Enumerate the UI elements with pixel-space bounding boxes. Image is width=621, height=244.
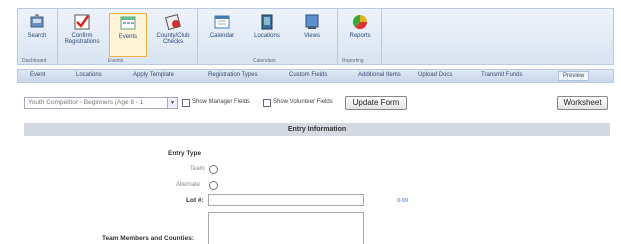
confirm-registrations-button[interactable]: Confirm Registrations	[62, 13, 102, 57]
reports-icon	[352, 14, 368, 30]
event-tabs: Event Locations Apply Template Registrat…	[17, 69, 614, 83]
tab-upload-docs[interactable]: Upload Docs	[418, 72, 452, 78]
reports-button[interactable]: Reports	[342, 13, 378, 57]
reports-label: Reports	[349, 33, 371, 39]
tab-additional-items[interactable]: Additional Items	[358, 72, 401, 78]
ribbon-toolbar: Search Dashboard Confirm Registrations E…	[17, 8, 614, 65]
show-volunteer-checkbox[interactable]	[263, 99, 271, 107]
team-members-label: Team Members and Counties:	[102, 235, 194, 242]
alternate-option-label: Alternate	[176, 182, 201, 188]
entry-type-label: Entry Type	[168, 150, 202, 157]
group-label-events: Events	[108, 58, 124, 64]
county-club-checks-label: County/Club Checks	[156, 33, 190, 45]
views-label: Views	[304, 33, 320, 39]
tab-preview[interactable]: Preview	[558, 71, 590, 81]
alternate-radio[interactable]	[209, 181, 218, 190]
team-radio[interactable]	[209, 165, 218, 174]
locations-button[interactable]: Locations	[248, 13, 286, 57]
ribbon-group-calendars: Calendar Locations Views Calendars	[198, 9, 338, 65]
worksheet-button[interactable]: Worksheet	[557, 96, 608, 110]
events-button[interactable]: Events	[109, 13, 147, 57]
tab-event[interactable]: Event	[30, 72, 45, 78]
search-icon	[30, 14, 44, 28]
events-icon	[120, 16, 136, 30]
group-label-calendars: Calendars	[253, 58, 276, 64]
county-club-checks-button[interactable]: County/Club Checks	[152, 13, 194, 57]
search-button[interactable]: Search	[20, 13, 54, 57]
team-option-label: Team	[190, 166, 205, 172]
tab-transmit-funds[interactable]: Transmit Funds	[481, 72, 522, 78]
calendar-label: Calendar	[209, 33, 235, 39]
show-manager-label: Show Manager Fields	[192, 99, 251, 105]
tab-custom-fields[interactable]: Custom Fields	[289, 72, 327, 78]
tab-apply-template[interactable]: Apply Template	[133, 72, 174, 78]
search-label: Search	[27, 33, 47, 39]
checks-icon	[165, 14, 181, 30]
checkbox-icon	[74, 14, 90, 30]
locations-icon	[261, 14, 273, 30]
ribbon-group-reporting: Reports Reporting	[338, 9, 382, 65]
calendar-icon	[214, 15, 230, 29]
section-title: Entry Information	[24, 123, 610, 136]
events-label: Events	[118, 34, 138, 40]
lot-label: Lot #:	[186, 197, 204, 204]
team-members-textarea[interactable]	[208, 212, 364, 244]
tab-locations[interactable]: Locations	[76, 72, 102, 78]
ribbon-group-dashboard: Search Dashboard	[18, 9, 58, 65]
lot-input[interactable]	[208, 194, 364, 206]
views-icon	[305, 14, 319, 29]
calendar-button[interactable]: Calendar	[204, 13, 240, 57]
update-form-button[interactable]: Update Form	[345, 96, 407, 110]
registration-type-select[interactable]: Youth Competitor - Beginners (Age 8 - 1 …	[24, 97, 178, 109]
tab-registration-types[interactable]: Registration Types	[208, 72, 258, 78]
locations-label: Locations	[254, 33, 280, 39]
lot-range-hint: 0-99	[397, 198, 409, 204]
views-button[interactable]: Views	[294, 13, 330, 57]
ribbon-group-events: Confirm Registrations Events County/Club…	[58, 9, 198, 65]
chevron-down-icon: ▼	[167, 98, 177, 108]
group-label-reporting: Reporting	[342, 58, 364, 64]
confirm-registrations-label: Confirm Registrations	[64, 33, 100, 45]
show-volunteer-label: Show Volunteer Fields	[273, 99, 333, 105]
group-label-dashboard: Dashboard	[22, 58, 47, 64]
registration-type-value: Youth Competitor - Beginners (Age 8 - 1	[28, 99, 144, 106]
show-manager-checkbox[interactable]	[182, 99, 190, 107]
